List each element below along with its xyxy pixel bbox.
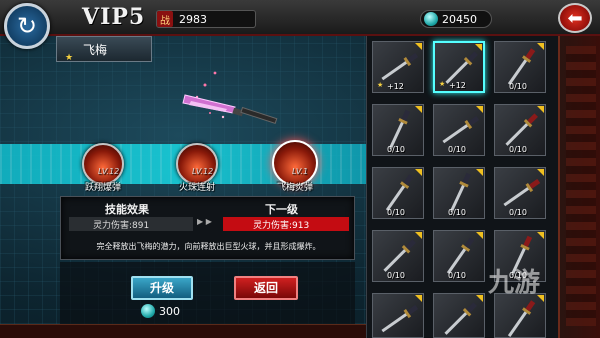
slot-count: +12: [387, 82, 404, 91]
weapon-name: 飞梅: [83, 43, 108, 57]
side-rail: [558, 36, 600, 338]
slot-count: 0/10: [448, 208, 466, 217]
weapon-slot[interactable]: 0/10: [433, 167, 485, 219]
skill-level-2: LV.12: [192, 167, 214, 176]
skill-description: 完全释放出飞梅的潜力，向前释放出巨型火球，并且形成爆炸。: [96, 242, 321, 251]
weapon-name-tab: 飞梅 ★: [56, 36, 152, 63]
upgrade-button[interactable]: 升级: [131, 276, 193, 300]
top-bar: VIP5 战 2983 20450 ⬅: [0, 0, 600, 36]
weapon-icon: [381, 304, 419, 333]
weapon-slot[interactable]: ★ +12: [372, 41, 424, 93]
slot-count: 0/10: [448, 145, 466, 154]
current-effect-value: 灵力伤害:891: [69, 217, 193, 231]
upgrade-cost: 300: [138, 304, 180, 318]
star-icon: ★: [377, 81, 384, 89]
rail-pattern: [566, 46, 596, 326]
weapon-slot[interactable]: [494, 293, 546, 338]
skill-name-3: 飞梅炎弹: [276, 183, 313, 193]
currency-display: 20450: [420, 10, 492, 28]
slot-count: 0/10: [509, 208, 527, 217]
weapon-slot[interactable]: 0/10: [372, 104, 424, 156]
slot-count: +12: [449, 81, 466, 90]
back-arrow-button[interactable]: ⬅: [558, 3, 592, 33]
skill-name-1: 跃翔爆弹: [84, 183, 121, 193]
watermark: 九游: [488, 268, 541, 298]
skill-node-1[interactable]: [82, 143, 124, 185]
current-effect-title: 技能效果: [105, 203, 149, 216]
refresh-circle-button[interactable]: ↻: [4, 3, 50, 49]
weapon-slot[interactable]: 0/10: [433, 104, 485, 156]
bottom-strip: [0, 324, 366, 338]
return-button[interactable]: 返回: [234, 276, 298, 300]
power-icon: 战: [157, 11, 173, 27]
weapon-slot[interactable]: 0/10: [372, 167, 424, 219]
slot-count: 0/10: [387, 145, 405, 154]
weapon-display-image: [182, 71, 278, 125]
weapon-slot[interactable]: 0/10: [433, 230, 485, 282]
currency-value: 20450: [442, 12, 477, 26]
star-icon: ★: [65, 53, 74, 63]
action-panel: [60, 262, 355, 326]
next-level-title: 下一级: [265, 203, 298, 216]
skill-node-2[interactable]: [176, 143, 218, 185]
cost-value: 300: [159, 304, 180, 318]
gem-icon: [141, 304, 155, 318]
weapon-slot[interactable]: [433, 293, 485, 338]
gem-icon: [424, 12, 438, 26]
weapon-icon: [507, 300, 536, 337]
weapon-slot[interactable]: [372, 293, 424, 338]
skill-level-3: LV.1: [292, 167, 309, 176]
slot-count: 0/10: [509, 82, 527, 91]
weapon-slot[interactable]: 0/10: [494, 167, 546, 219]
vip-label: VIP5: [82, 4, 146, 30]
slot-count: 0/10: [387, 271, 405, 280]
weapon-slot[interactable]: ★ +12: [433, 41, 485, 93]
slot-count: 0/10: [387, 208, 405, 217]
power-display: 战 2983: [156, 10, 256, 28]
weapon-slot[interactable]: 0/10: [372, 230, 424, 282]
refresh-icon: ↻: [16, 12, 38, 40]
power-value: 2983: [179, 12, 207, 26]
weapon-slot[interactable]: 0/10: [494, 104, 546, 156]
slot-count: 0/10: [509, 145, 527, 154]
weapon-icon: [444, 302, 477, 335]
weapon-slot[interactable]: 0/10: [494, 41, 546, 93]
skill-name-2: 火珠连射: [178, 183, 215, 193]
star-icon: ★: [439, 80, 446, 88]
skill-info-panel: 技能效果 下一级 灵力伤害:891 ▶ ▶ 灵力伤害:913 完全释放出飞梅的潜…: [60, 196, 355, 260]
skill-level-1: LV.12: [98, 167, 120, 176]
back-arrow-icon: ⬅: [567, 7, 583, 29]
next-effect-value: 灵力伤害:913: [223, 217, 349, 231]
arrows-icon: ▶ ▶: [197, 217, 212, 226]
slot-count: 0/10: [448, 271, 466, 280]
